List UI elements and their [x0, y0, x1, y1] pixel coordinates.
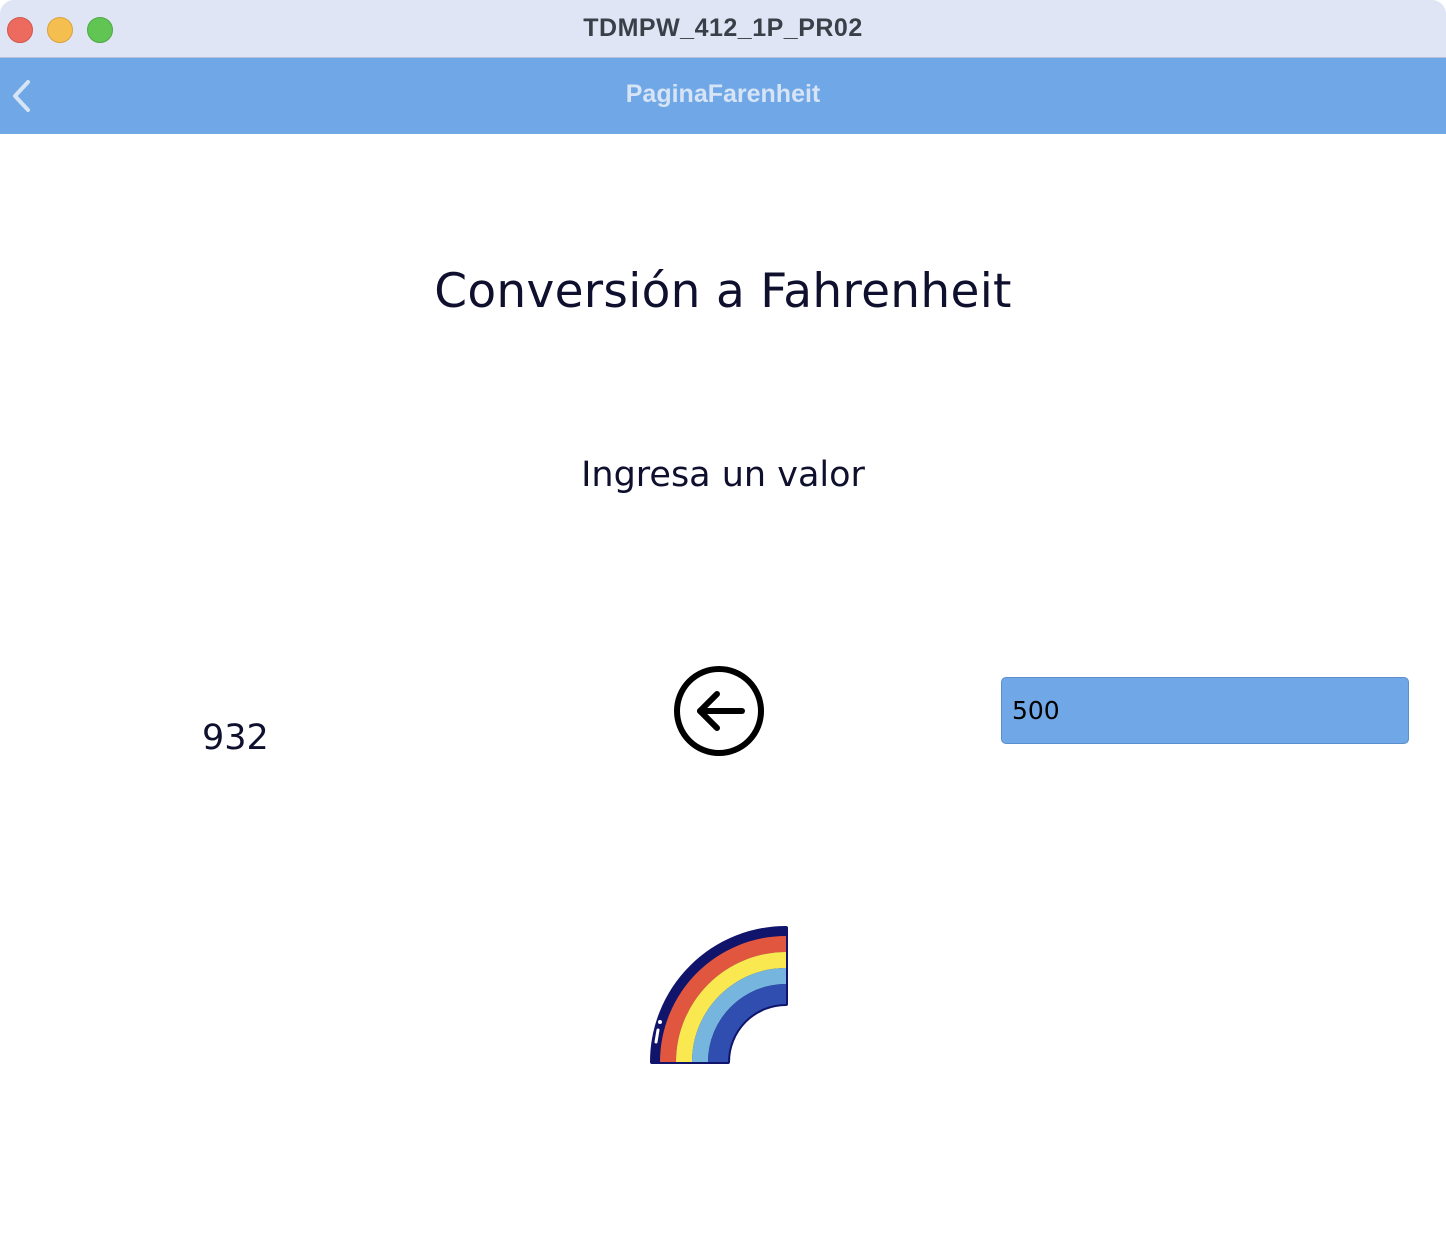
- navigation-bar: PaginaFarenheit: [0, 58, 1446, 134]
- convert-button[interactable]: [672, 664, 766, 758]
- nav-title: PaginaFarenheit: [625, 80, 821, 108]
- window-titlebar[interactable]: TDMPW_412_1P_PR02: [0, 0, 1446, 58]
- window-title: TDMPW_412_1P_PR02: [583, 14, 863, 42]
- page-title: Conversión a Fahrenheit: [434, 264, 1012, 319]
- rainbow-image: [646, 922, 794, 1066]
- value-input[interactable]: [1001, 677, 1409, 744]
- app-window: TDMPW_412_1P_PR02 PaginaFarenheit Conver…: [0, 0, 1446, 1242]
- rainbow-icon: [650, 926, 788, 1064]
- result-value: 932: [202, 718, 269, 758]
- input-prompt-label: Ingresa un valor: [581, 455, 865, 495]
- arrow-left-circle-icon: [674, 666, 764, 756]
